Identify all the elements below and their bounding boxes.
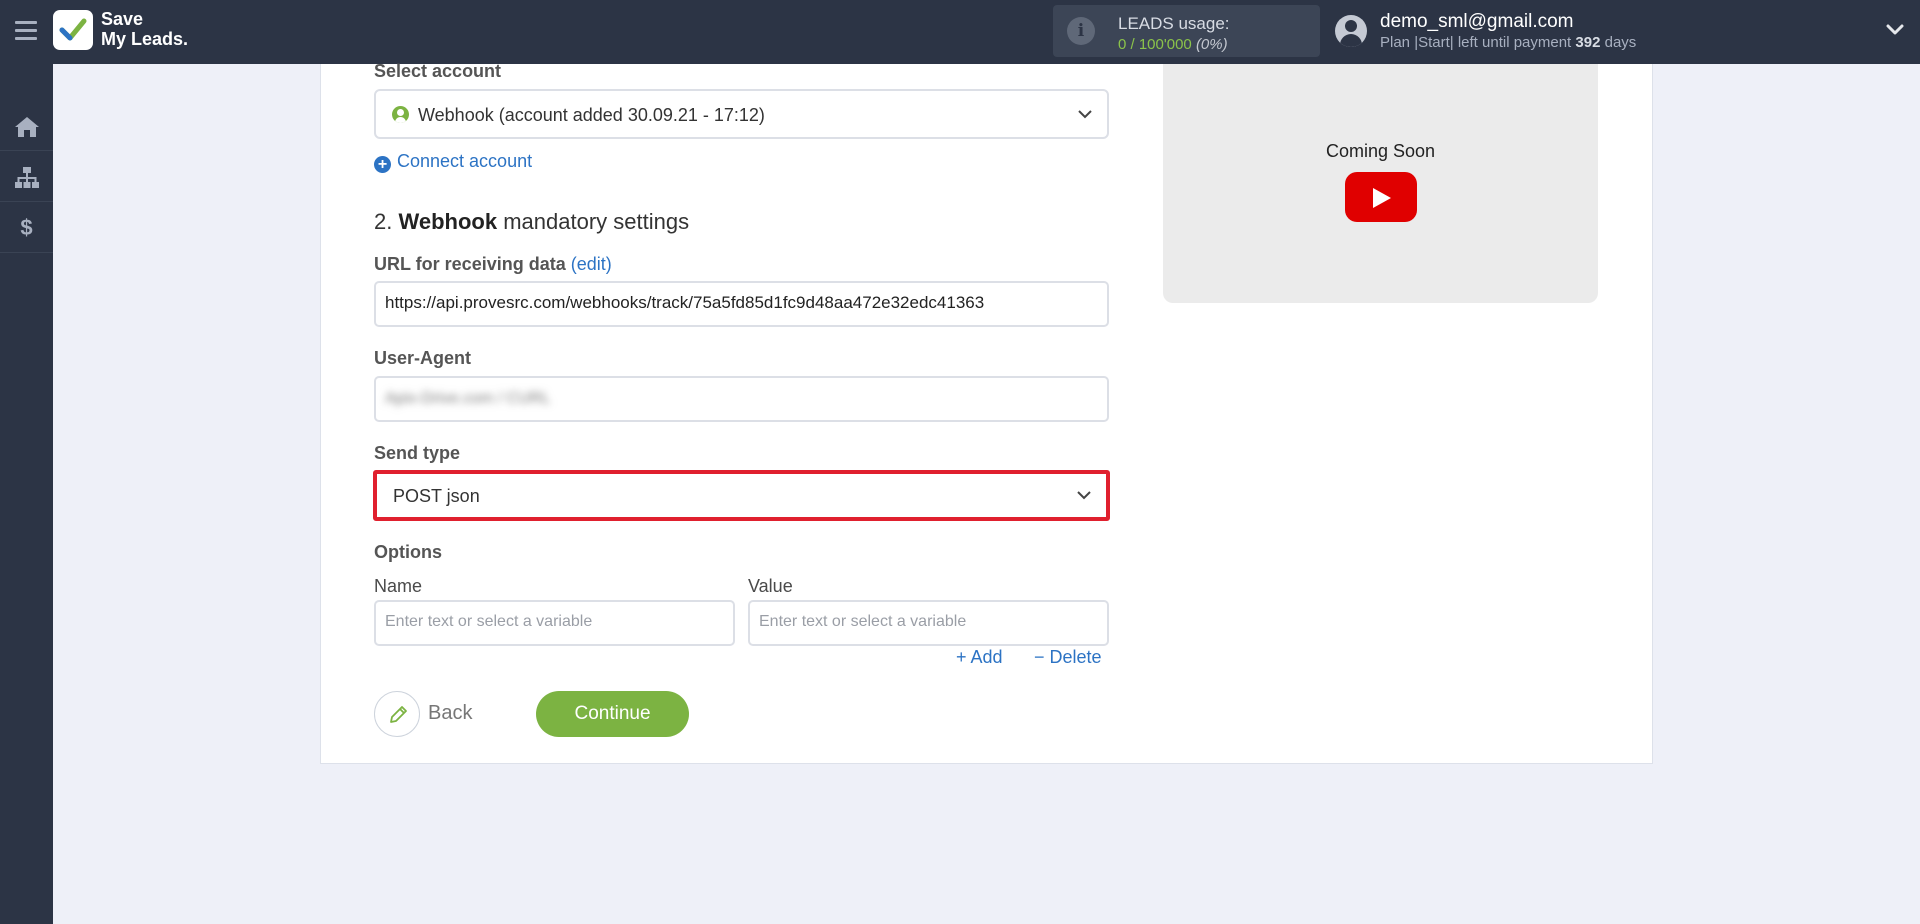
info-icon: i — [1067, 17, 1095, 45]
value-label: Value — [748, 576, 793, 596]
play-icon — [1373, 188, 1391, 208]
plan-days-suffix: days — [1604, 34, 1637, 51]
chevron-down-icon — [1078, 110, 1092, 119]
chevron-down-icon — [1077, 491, 1091, 500]
select-account-label: Select account — [374, 61, 502, 81]
leads-usage-panel: i LEADS usage: 0 / 100'000 (0%) — [1053, 5, 1320, 57]
url-edit-link[interactable]: (edit) — [571, 254, 612, 274]
user-agent-input[interactable]: Apix-Drive.com / CURL — [374, 376, 1109, 422]
option-value-input[interactable]: Enter text or select a variable — [748, 600, 1109, 646]
back-button[interactable] — [374, 691, 420, 737]
plan-text: Plan |Start| left until payment — [1380, 34, 1572, 51]
user-plan: Plan |Start| left until payment 392 days — [1380, 34, 1636, 51]
sidebar-item-home[interactable] — [0, 101, 53, 151]
coming-soon-text: Coming Soon — [1325, 141, 1436, 161]
account-select-value: Webhook (account added 30.09.21 - 17:12) — [418, 105, 765, 125]
logo-line-1: Save — [101, 9, 144, 29]
account-select[interactable]: Webhook (account added 30.09.21 - 17:12) — [374, 89, 1109, 139]
chevron-down-icon[interactable] — [1886, 21, 1904, 39]
home-icon — [15, 117, 39, 137]
back-label[interactable]: Back — [428, 702, 472, 725]
option-name-input[interactable]: Enter text or select a variable — [374, 600, 735, 646]
usage-value: 0 / 100'000 (0%) — [1118, 36, 1228, 53]
youtube-play-button[interactable] — [1345, 172, 1417, 222]
avatar[interactable] — [1335, 15, 1367, 47]
sitemap-icon — [15, 167, 39, 188]
continue-button[interactable]: Continue — [536, 691, 689, 737]
account-user-icon — [392, 106, 409, 123]
send-type-select[interactable]: POST json — [373, 470, 1110, 521]
usage-title: LEADS usage: — [1118, 14, 1230, 33]
dollar-icon: $ — [20, 215, 33, 240]
url-label: URL for receiving data (edit) — [374, 254, 612, 275]
options-label: Options — [374, 542, 442, 562]
section-heading: 2. Webhook mandatory settings — [374, 209, 689, 235]
menu-icon[interactable] — [15, 21, 37, 41]
logo-icon[interactable] — [53, 10, 93, 50]
plan-days: 392 — [1575, 34, 1601, 51]
sidebar: $ — [0, 64, 53, 924]
user-email[interactable]: demo_sml@gmail.com — [1380, 11, 1574, 33]
usage-count: 0 / 100'000 — [1118, 36, 1192, 53]
url-label-text: URL for receiving data — [374, 254, 566, 274]
usage-percent: (0%) — [1195, 36, 1228, 53]
top-bar: Save My Leads. i LEADS usage: 0 / 100'00… — [0, 0, 1920, 64]
checkmark-icon — [59, 18, 87, 41]
logo-line-2: My Leads. — [101, 29, 189, 49]
logo-text[interactable]: Save My Leads. — [101, 9, 188, 49]
send-type-value: POST json — [393, 486, 480, 506]
section-number: 2. — [374, 209, 393, 234]
connect-account-text: Connect account — [397, 151, 533, 171]
user-agent-value: Apix-Drive.com / CURL — [385, 390, 551, 407]
name-label: Name — [374, 576, 423, 596]
sidebar-item-connections[interactable] — [0, 152, 53, 202]
user-agent-label: User-Agent — [374, 348, 472, 368]
sidebar-item-billing[interactable]: $ — [0, 203, 53, 253]
section-bold: Webhook — [398, 209, 498, 234]
video-panel: Coming Soon — [1163, 64, 1598, 303]
add-option-link[interactable]: + Add — [956, 647, 1003, 668]
delete-option-link[interactable]: − Delete — [1034, 647, 1102, 668]
plus-circle-icon: + — [374, 156, 391, 173]
connect-account-link[interactable]: + Connect account — [374, 151, 532, 173]
section-rest: mandatory settings — [503, 209, 690, 234]
send-type-label: Send type — [374, 443, 461, 463]
pencil-icon — [390, 706, 407, 723]
url-input[interactable]: https://api.provesrc.com/webhooks/track/… — [374, 281, 1109, 327]
